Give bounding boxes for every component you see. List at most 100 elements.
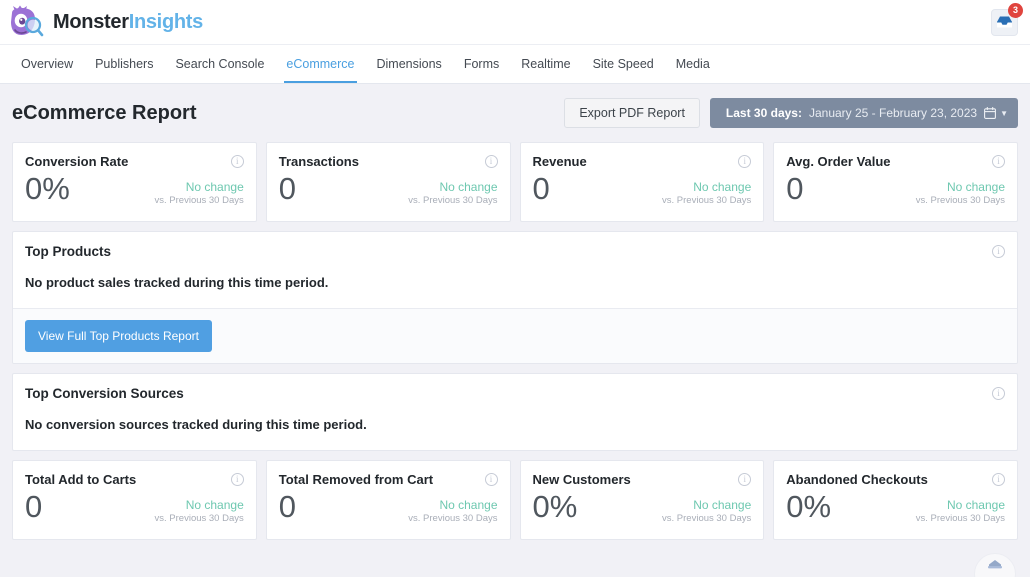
date-range-selector[interactable]: Last 30 days: January 25 - February 23, … xyxy=(709,98,1018,128)
panel-title: Top Products xyxy=(25,244,111,259)
chevron-down-icon: ▼ xyxy=(1000,108,1008,118)
stat-title: Revenue xyxy=(532,154,587,169)
tab-overview[interactable]: Overview xyxy=(10,45,84,83)
app-header: MonsterInsights 3 xyxy=(0,0,1030,44)
stat-change-label: No change xyxy=(185,497,244,512)
stat-change-label: No change xyxy=(946,179,1005,194)
info-icon[interactable]: i xyxy=(484,473,498,486)
info-icon[interactable]: i xyxy=(484,155,498,168)
empty-state-text: No product sales tracked during this tim… xyxy=(25,275,329,290)
tab-media-label: Media xyxy=(675,57,710,71)
stat-change-label: No change xyxy=(439,179,498,194)
stat-value: 0 xyxy=(532,171,550,206)
stat-value: 0 xyxy=(786,171,804,206)
stat-card-revenue: Revenue i 0 No change vs. Previous 30 Da… xyxy=(519,142,765,222)
top-products-header: Top Products i xyxy=(13,232,1017,267)
info-icon[interactable]: i xyxy=(992,155,1005,168)
stat-body: 0 No change vs. Previous 30 Days xyxy=(278,171,498,206)
stat-title: Total Removed from Cart xyxy=(278,472,434,487)
stat-title: Conversion Rate xyxy=(25,154,129,169)
tab-publishers-label: Publishers xyxy=(95,57,154,71)
stat-header: Avg. Order Value i xyxy=(786,154,1005,169)
stat-change-label: No change xyxy=(946,497,1005,512)
stat-change-period: vs. Previous 30 Days xyxy=(408,194,498,206)
stat-value: 0 xyxy=(278,489,296,524)
stat-body: 0% No change vs. Previous 30 Days xyxy=(532,489,752,524)
tab-search-console[interactable]: Search Console xyxy=(164,45,275,83)
info-icon[interactable]: i xyxy=(992,387,1005,400)
stat-change: No change vs. Previous 30 Days xyxy=(408,498,497,524)
tab-dimensions[interactable]: Dimensions xyxy=(366,45,453,83)
stat-header: New Customers i xyxy=(533,472,752,487)
monster-mascot-icon xyxy=(11,5,44,37)
tab-forms-label: Forms xyxy=(463,57,500,71)
stat-value: 0 xyxy=(25,489,43,524)
stat-change-label: No change xyxy=(185,179,244,194)
export-pdf-report-button[interactable]: Export PDF Report xyxy=(564,98,700,128)
inbox-button[interactable]: 3 xyxy=(991,2,1023,36)
top-stats-row: Conversion Rate i 0% No change vs. Previ… xyxy=(0,142,1030,222)
stat-change-period: vs. Previous 30 Days xyxy=(662,512,752,524)
stat-body: 0 No change vs. Previous 30 Days xyxy=(532,171,752,206)
tab-realtime[interactable]: Realtime xyxy=(510,45,581,83)
info-icon[interactable]: i xyxy=(992,473,1005,486)
stat-value: 0% xyxy=(532,489,578,524)
stat-body: 0 No change vs. Previous 30 Days xyxy=(786,171,1005,206)
stat-change: No change vs. Previous 30 Days xyxy=(155,180,244,206)
stat-body: 0% No change vs. Previous 30 Days xyxy=(786,489,1005,524)
tab-forms[interactable]: Forms xyxy=(453,45,510,83)
stat-header: Total Add to Carts i xyxy=(25,472,244,487)
info-icon[interactable]: i xyxy=(738,473,752,486)
stat-header: Transactions i xyxy=(279,154,498,169)
date-range-icons: ▼ xyxy=(984,107,1008,119)
brand-name-primary: Monster xyxy=(53,10,129,33)
tab-media[interactable]: Media xyxy=(665,45,721,83)
brand-logo[interactable]: MonsterInsights xyxy=(8,5,203,39)
stat-value: 0% xyxy=(786,489,832,524)
stat-change: No change vs. Previous 30 Days xyxy=(916,498,1005,524)
stat-change: No change vs. Previous 30 Days xyxy=(408,180,497,206)
info-icon[interactable]: i xyxy=(230,155,244,168)
date-range-label: Last 30 days: xyxy=(725,106,802,120)
info-icon[interactable]: i xyxy=(738,155,752,168)
stat-change-period: vs. Previous 30 Days xyxy=(915,194,1005,206)
stat-change-period: vs. Previous 30 Days xyxy=(154,194,244,206)
info-icon[interactable]: i xyxy=(230,473,244,486)
stat-card-total-removed-from-cart: Total Removed from Cart i 0 No change vs… xyxy=(265,460,511,540)
stat-card-new-customers: New Customers i 0% No change vs. Previou… xyxy=(519,460,765,540)
stat-title: Transactions xyxy=(278,154,359,169)
stat-title: New Customers xyxy=(532,472,631,487)
stat-change-period: vs. Previous 30 Days xyxy=(154,512,244,524)
tab-site-speed[interactable]: Site Speed xyxy=(582,45,665,83)
stat-body: 0 No change vs. Previous 30 Days xyxy=(278,489,498,524)
tab-dimensions-label: Dimensions xyxy=(376,57,442,71)
tab-overview-label: Overview xyxy=(21,57,74,71)
tab-publishers[interactable]: Publishers xyxy=(84,45,164,83)
stat-change-period: vs. Previous 30 Days xyxy=(662,194,752,206)
stat-change-period: vs. Previous 30 Days xyxy=(915,512,1005,524)
stat-change-label: No change xyxy=(693,179,752,194)
view-full-top-products-report-button[interactable]: View Full Top Products Report xyxy=(25,320,212,352)
stat-title: Total Add to Carts xyxy=(25,472,137,487)
stat-title: Abandoned Checkouts xyxy=(786,472,928,487)
stat-header: Conversion Rate i xyxy=(25,154,244,169)
top-products-body: No product sales tracked during this tim… xyxy=(13,267,1017,308)
stat-value: 0 xyxy=(278,171,296,206)
panel-title: Top Conversion Sources xyxy=(25,386,184,401)
stat-card-avg-order-value: Avg. Order Value i 0 No change vs. Previ… xyxy=(773,142,1018,222)
support-chat-bubble[interactable] xyxy=(974,553,1016,577)
date-range-value: January 25 - February 23, 2023 xyxy=(808,106,978,120)
tab-ecommerce[interactable]: eCommerce xyxy=(275,45,365,83)
top-conversion-sources-header: Top Conversion Sources i xyxy=(13,374,1017,409)
tab-ecommerce-label: eCommerce xyxy=(286,57,355,71)
report-title-bar: eCommerce Report Export PDF Report Last … xyxy=(0,84,1030,213)
stat-card-transactions: Transactions i 0 No change vs. Previous … xyxy=(265,142,511,222)
notification-badge: 3 xyxy=(1008,2,1023,18)
stat-change-label: No change xyxy=(693,497,752,512)
header-right-actions: 3 xyxy=(991,2,1023,36)
info-icon[interactable]: i xyxy=(992,245,1005,258)
stat-change: No change vs. Previous 30 Days xyxy=(662,180,751,206)
stat-card-conversion-rate: Conversion Rate i 0% No change vs. Previ… xyxy=(12,142,257,222)
calendar-icon xyxy=(984,107,997,119)
stat-change-label: No change xyxy=(439,497,498,512)
